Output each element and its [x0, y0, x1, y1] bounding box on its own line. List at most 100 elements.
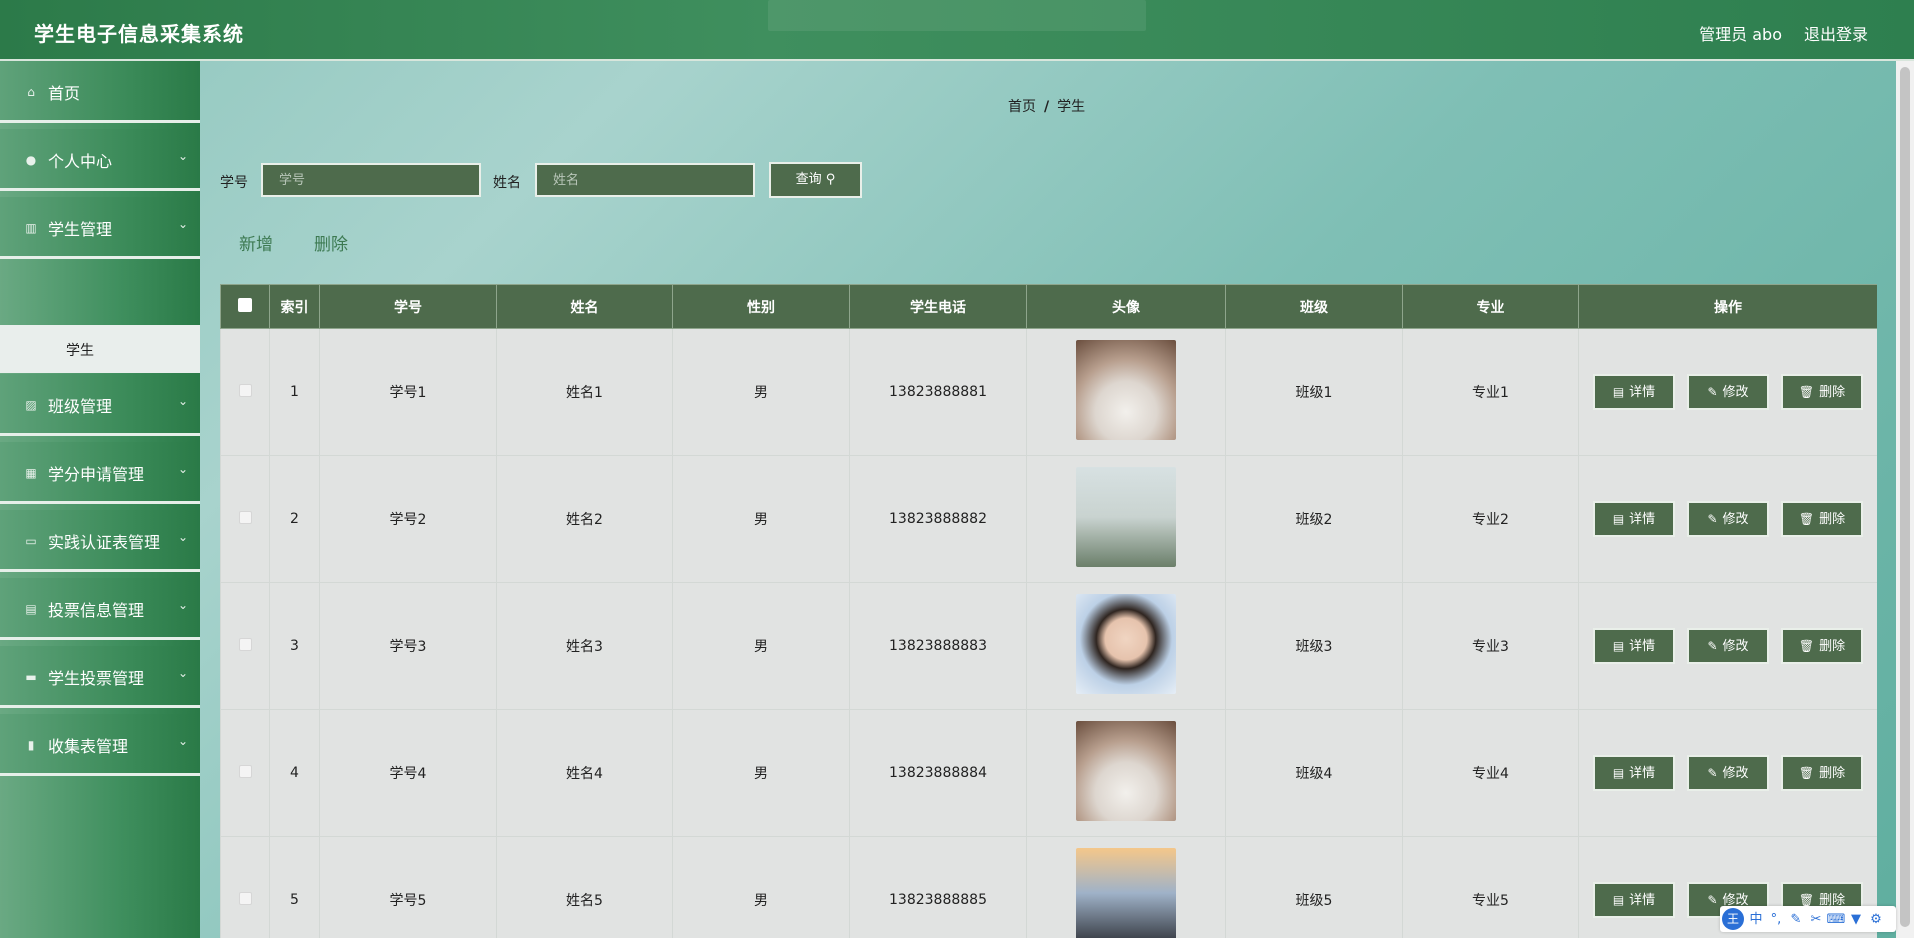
chevron-down-icon: ⌄ [177, 149, 188, 163]
table-row: 2 学号2 姓名2 男 13823888882 班级2 专业2 ▤ 详情 ✎ 修改 🗑 删… [220, 455, 1877, 583]
sidebar-item-student-management[interactable]: ▥ 学生管理 ⌄ [0, 197, 200, 259]
breadcrumb-home[interactable]: 首页 [1008, 99, 1036, 115]
index-cell: 3 [269, 582, 320, 710]
student-id-input[interactable] [261, 163, 481, 197]
delete-button[interactable]: 🗑 删除 [1781, 374, 1863, 410]
vertical-scrollbar[interactable] [1896, 61, 1914, 938]
sidebar-item-label: 学生管理 [48, 220, 113, 239]
student-name-input[interactable] [535, 163, 755, 197]
bar-chart-icon: ▥ [25, 221, 37, 235]
trash-icon: 🗑 [1798, 512, 1815, 526]
ime-logo-icon[interactable]: 王 [1722, 908, 1744, 930]
add-button[interactable]: 新增 [239, 230, 273, 255]
student-name-cell: 姓名3 [496, 582, 673, 710]
gender-cell: 男 [672, 582, 850, 710]
lock-icon: ▤ [25, 602, 37, 616]
pencil-icon: ✎ [1707, 512, 1718, 526]
trash-icon: 🗑 [1798, 766, 1815, 780]
gender-cell: 男 [672, 455, 850, 583]
phone-cell: 13823888882 [849, 455, 1027, 583]
delete-button[interactable]: 🗑 删除 [1781, 755, 1863, 791]
avatar-cell [1026, 709, 1226, 837]
row-checkbox[interactable] [238, 637, 252, 651]
row-checkbox-cell [220, 836, 270, 938]
table-header-row: 索引 学号 姓名 性别 学生电话 头像 班级 专业 操作 [220, 284, 1877, 329]
sidebar-item-personal-center[interactable]: ● 个人中心 ⌄ [0, 129, 200, 191]
sidebar-item-home[interactable]: ⌂ 首页 [0, 61, 200, 123]
sidebar-item-label: 收集表管理 [48, 737, 129, 756]
row-checkbox[interactable] [238, 764, 252, 778]
edit-label: 修改 [1722, 766, 1749, 781]
avatar [1076, 848, 1176, 938]
row-checkbox-cell [220, 455, 270, 583]
row-checkbox-cell [220, 328, 270, 456]
avatar-cell [1026, 582, 1226, 710]
ime-toolbar: 王中 °, ✎ ✂ ⌨ ▼ ⚙ [1720, 906, 1896, 932]
avatar [1076, 721, 1176, 821]
table-row: 5 学号5 姓名5 男 13823888885 班级5 专业5 ▤ 详情 ✎ 修改 🗑 删… [220, 836, 1877, 938]
monitor-icon: ▭ [25, 534, 37, 548]
row-checkbox[interactable] [238, 891, 252, 905]
row-checkbox-cell [220, 709, 270, 837]
breadcrumb-current: 学生 [1057, 99, 1086, 115]
query-button[interactable]: 查询 ⚲ [769, 162, 862, 198]
detail-button[interactable]: ▤ 详情 [1593, 628, 1675, 664]
avatar-cell [1026, 328, 1226, 456]
edit-button[interactable]: ✎ 修改 [1687, 501, 1769, 537]
row-checkbox[interactable] [238, 510, 252, 524]
class-cell: 班级4 [1225, 709, 1403, 837]
row-checkbox[interactable] [238, 383, 252, 397]
edit-button[interactable]: ✎ 修改 [1687, 755, 1769, 791]
logout-link[interactable]: 退出登录 [1804, 21, 1868, 45]
major-cell: 专业1 [1402, 328, 1579, 456]
class-cell: 班级3 [1225, 582, 1403, 710]
toast-notification [768, 0, 1146, 31]
batch-delete-button[interactable]: 删除 [314, 230, 348, 255]
keyboard-icon[interactable]: ⌨ [1826, 907, 1846, 933]
scrollbar-thumb[interactable] [1900, 67, 1910, 927]
detail-button[interactable]: ▤ 详情 [1593, 882, 1675, 918]
column-header: 姓名 [496, 284, 673, 329]
column-header: 班级 [1225, 284, 1403, 329]
class-cell: 班级5 [1225, 836, 1403, 938]
pencil-icon: ✎ [1707, 893, 1718, 907]
sidebar-item-credit-application[interactable]: ▦ 学分申请管理 ⌄ [0, 442, 200, 504]
sidebar-item-vote-info[interactable]: ▤ 投票信息管理 ⌄ [0, 578, 200, 640]
sidebar-item-label: 实践认证表管理 [48, 533, 161, 552]
document-icon: ▤ [1612, 385, 1625, 399]
detail-button[interactable]: ▤ 详情 [1593, 374, 1675, 410]
ime-mode-toggle[interactable]: 中 [1746, 907, 1766, 933]
punctuation-icon[interactable]: °, [1766, 907, 1786, 933]
delete-button[interactable]: 🗑 删除 [1781, 501, 1863, 537]
operations-cell: ▤ 详情 ✎ 修改 🗑 删除 [1578, 328, 1877, 456]
sidebar-item-class-management[interactable]: ▨ 班级管理 ⌄ [0, 374, 200, 436]
detail-button[interactable]: ▤ 详情 [1593, 755, 1675, 791]
detail-button[interactable]: ▤ 详情 [1593, 501, 1675, 537]
shirt-icon[interactable]: ▼ [1846, 907, 1866, 933]
edit-button[interactable]: ✎ 修改 [1687, 628, 1769, 664]
student-id-cell: 学号1 [319, 328, 497, 456]
pen-icon[interactable]: ✎ [1786, 907, 1806, 933]
sidebar-item-student-vote[interactable]: ▬ 学生投票管理 ⌄ [0, 646, 200, 708]
delete-button[interactable]: 🗑 删除 [1781, 628, 1863, 664]
grid-icon: ▦ [25, 466, 37, 480]
sidebar-item-practice-cert[interactable]: ▭ 实践认证表管理 ⌄ [0, 510, 200, 572]
edit-button[interactable]: ✎ 修改 [1687, 374, 1769, 410]
sidebar-item-label: 学分申请管理 [48, 465, 145, 484]
delete-label: 删除 [1819, 639, 1846, 654]
select-all-checkbox[interactable] [238, 297, 252, 312]
class-cell: 班级2 [1225, 455, 1403, 583]
sidebar-subitem-student[interactable]: 学生 [0, 325, 200, 373]
major-cell: 专业5 [1402, 836, 1579, 938]
student-id-cell: 学号5 [319, 836, 497, 938]
clipboard-icon: ▮ [27, 738, 35, 752]
scissors-icon[interactable]: ✂ [1806, 907, 1826, 933]
sidebar-item-collection-form[interactable]: ▮ 收集表管理 ⌄ [0, 714, 200, 776]
select-all-header [220, 284, 270, 329]
detail-label: 详情 [1629, 512, 1656, 527]
gear-icon[interactable]: ⚙ [1866, 907, 1886, 933]
sidebar-item-label: 学生投票管理 [48, 669, 145, 688]
operations-cell: ▤ 详情 ✎ 修改 🗑 删除 [1578, 455, 1877, 583]
table-row: 1 学号1 姓名1 男 13823888881 班级1 专业1 ▤ 详情 ✎ 修改 🗑 删… [220, 328, 1877, 456]
class-cell: 班级1 [1225, 328, 1403, 456]
